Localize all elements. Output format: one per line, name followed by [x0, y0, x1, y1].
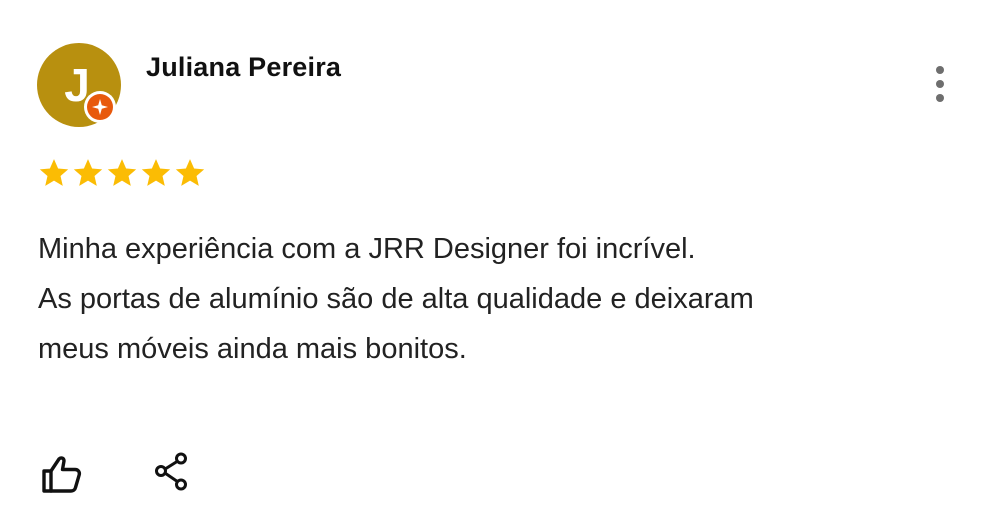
more-vertical-icon-dot: [936, 94, 944, 102]
star-icon: [107, 159, 137, 186]
star-icon: [175, 159, 205, 186]
local-guide-star-icon: [87, 94, 113, 120]
review-text: Minha experiência com a JRR Designer foi…: [38, 224, 938, 374]
review-text-line: meus móveis ainda mais bonitos.: [38, 333, 467, 365]
star-icon: [39, 159, 69, 186]
review-text-line: Minha experiência com a JRR Designer foi…: [38, 233, 696, 265]
more-vertical-icon-dot: [936, 80, 944, 88]
like-button[interactable]: [40, 454, 84, 494]
more-vertical-icon: [936, 66, 944, 74]
share-button[interactable]: [152, 450, 192, 494]
thumbs-up-icon: [42, 456, 82, 493]
reviewer-name[interactable]: Juliana Pereira: [146, 52, 341, 83]
more-options-button[interactable]: [922, 62, 958, 106]
share-icon: [155, 452, 187, 491]
review-card: J Juliana Pereira Minha experiência com …: [0, 0, 996, 505]
star-icon: [141, 159, 171, 186]
review-text-line: As portas de alumínio são de alta qualid…: [38, 283, 754, 315]
star-rating: [37, 155, 207, 191]
local-guide-badge: [84, 91, 116, 123]
star-icon: [73, 159, 103, 186]
